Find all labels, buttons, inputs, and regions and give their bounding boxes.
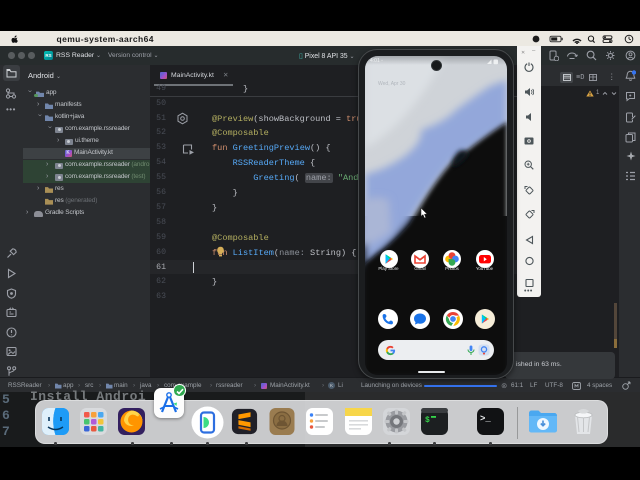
svg-text:$: $ xyxy=(425,416,430,425)
svg-text:>_: >_ xyxy=(480,414,491,424)
